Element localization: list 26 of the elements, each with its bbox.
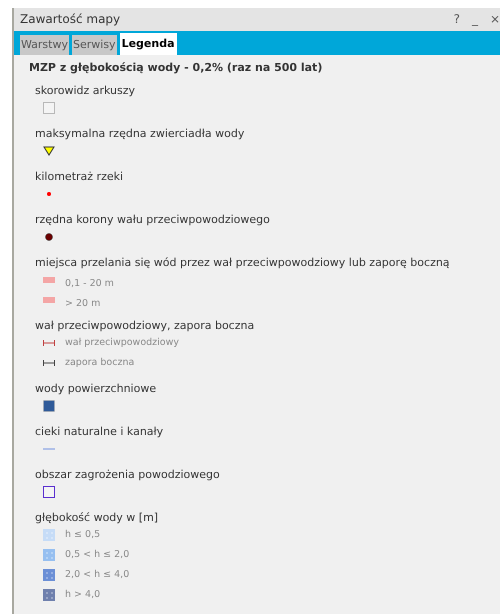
legend-heading: MZP z głębokością wody - 0,2% (raz na 500 lat) bbox=[28, 60, 324, 75]
legend-title: wał przeciwpowodziowy, zapora boczna bbox=[35, 319, 256, 333]
legend-title: wody powierzchniowe bbox=[35, 382, 158, 396]
legend-label: wał przeciwpowodziowy bbox=[65, 336, 179, 350]
legend-label: h ≤ 0,5 bbox=[65, 528, 100, 542]
legend-title: maksymalna rzędna zwierciadła wody bbox=[35, 127, 246, 141]
legend-title: skorowidz arkuszy bbox=[35, 84, 136, 98]
legend-label: 0,5 < h ≤ 2,0 bbox=[65, 548, 130, 562]
legend-title: rzędna korony wału przeciwpowodziowego bbox=[35, 213, 271, 227]
help-button[interactable]: ? bbox=[454, 13, 460, 26]
legend-label: 2,0 < h ≤ 4,0 bbox=[65, 568, 130, 582]
legend-title: miejsca przelania się wód przez wał przeciwpowodziowy lub zaporę boczną bbox=[35, 256, 451, 270]
legend-label: zapora boczna bbox=[65, 356, 134, 370]
window-title: Zawartość mapy bbox=[20, 11, 120, 28]
legend-label: > 20 m bbox=[65, 296, 100, 311]
close-button[interactable]: × bbox=[490, 13, 500, 26]
legend-title: cieki naturalne i kanały bbox=[35, 425, 164, 439]
tab[interactable]: Serwisy bbox=[72, 35, 117, 55]
legend-title: obszar zagrożenia powodziowego bbox=[35, 468, 221, 482]
legend-label: h > 4,0 bbox=[65, 588, 100, 602]
legend-title: kilometraż rzeki bbox=[35, 170, 124, 184]
legend-label: 0,1 - 20 m bbox=[65, 276, 114, 291]
minimize-button[interactable]: _ bbox=[472, 13, 478, 26]
tab[interactable]: Legenda bbox=[120, 33, 177, 55]
legend-title: głębokość wody w [m] bbox=[35, 511, 160, 525]
tab[interactable]: Warstwy bbox=[20, 35, 69, 55]
